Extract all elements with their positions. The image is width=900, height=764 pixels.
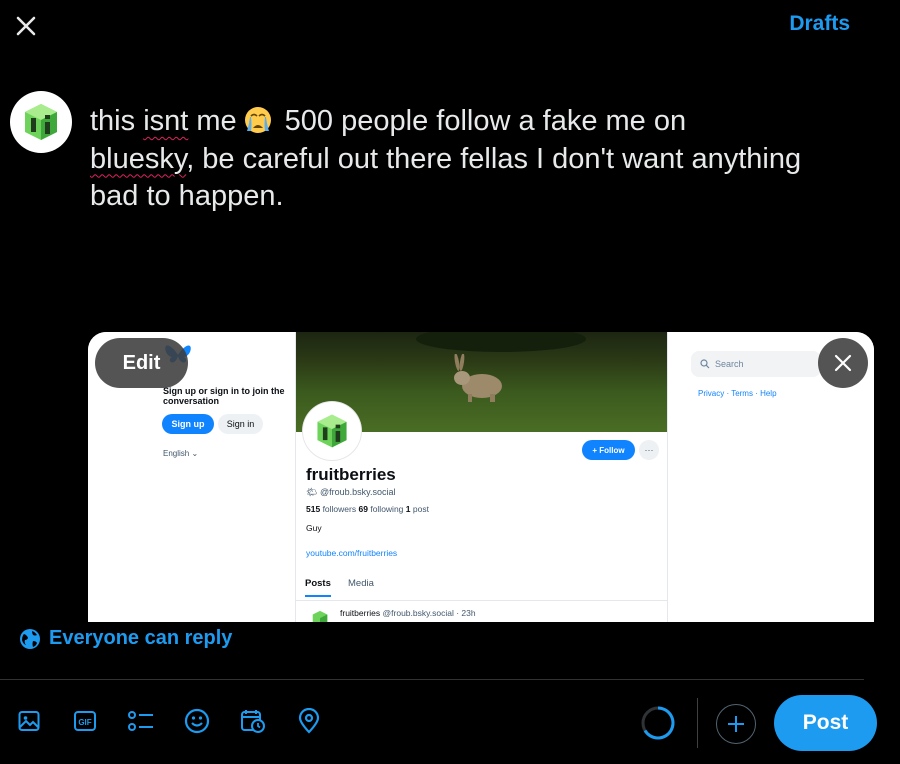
following-label: following (370, 504, 404, 514)
profile-handle: 🌤 @froub.bsky.social (306, 487, 395, 498)
close-button[interactable] (8, 8, 44, 44)
location-pin-icon (298, 708, 320, 734)
poll-button[interactable] (124, 704, 158, 738)
add-post-button[interactable] (716, 704, 756, 744)
svg-text:GIF: GIF (78, 718, 91, 727)
misspelled-word: bluesky (90, 142, 187, 175)
remove-media-button[interactable] (818, 338, 868, 388)
search-placeholder: Search (715, 359, 744, 369)
follow-button: + Follow (582, 440, 635, 460)
sign-up-button: Sign up (162, 414, 214, 434)
reply-setting-button[interactable]: Everyone can reply (19, 627, 232, 650)
banner-hedge (416, 332, 586, 352)
gif-icon: GIF (74, 711, 96, 731)
green-cube-logo-icon (312, 610, 328, 622)
compose-text-segment: , be careful out there fellas I don't wa… (90, 142, 802, 213)
plus-icon (728, 716, 744, 732)
search-icon (700, 359, 710, 369)
posts-label: post (412, 504, 429, 514)
compose-textarea[interactable]: this isnt me 500 people follow a fake me … (90, 103, 810, 216)
profile-name: fruitberries (306, 465, 396, 484)
tab-posts: Posts (305, 578, 331, 597)
emoji-button[interactable] (180, 704, 214, 738)
schedule-button[interactable] (236, 704, 270, 738)
post-header: fruitberries @froub.bsky.social · 23h (340, 608, 476, 618)
bluesky-profile-pane: + Follow ··· fruitberries 🌤 @froub.bsky.… (295, 332, 668, 622)
more-options-button: ··· (639, 440, 659, 460)
compose-text-segment: me (188, 105, 237, 137)
chevron-down-icon: ⌄ (191, 449, 199, 458)
gif-button[interactable]: GIF (68, 704, 102, 738)
drafts-link[interactable]: Drafts (789, 12, 850, 36)
handle-text: @froub.bsky.social (319, 487, 396, 497)
calendar-clock-icon (241, 710, 265, 733)
profile-avatar (303, 402, 361, 460)
globe-icon (20, 628, 40, 649)
sun-emoji-icon: 🌤 (306, 487, 318, 497)
post-avatar (310, 609, 330, 622)
tabs-divider (296, 600, 667, 601)
language-select: English ⌄ (163, 449, 198, 458)
green-cube-logo-icon (25, 104, 57, 140)
character-counter-ring (641, 706, 675, 740)
reply-setting-label: Everyone can reply (49, 627, 233, 649)
toolbar-divider (0, 679, 864, 680)
post-author: fruitberries (340, 608, 381, 618)
tab-media: Media (348, 578, 374, 589)
edit-media-button[interactable]: Edit (95, 338, 188, 388)
following-count: 69 (358, 504, 368, 514)
followers-label: followers (322, 504, 357, 514)
footer-links: Privacy · Terms · Help (698, 389, 777, 398)
location-button[interactable] (292, 704, 326, 738)
smiley-icon (184, 708, 210, 734)
post-meta: @froub.bsky.social · 23h (382, 608, 476, 618)
compose-text-segment: 500 people follow a fake me on (284, 105, 687, 137)
close-icon (834, 354, 852, 372)
toolbar-separator (697, 698, 698, 748)
language-label: English (163, 449, 190, 458)
followers-count: 515 (306, 504, 321, 514)
sign-in-button: Sign in (218, 414, 263, 434)
rabbit-icon (454, 354, 502, 402)
posts-count: 1 (405, 504, 411, 514)
profile-stats: 515 followers 69 following 1 post (306, 504, 429, 514)
profile-bio: Guy (306, 523, 322, 533)
compose-toolbar: GIF (12, 704, 348, 738)
green-cube-logo-icon (317, 414, 347, 448)
join-prompt: Sign up or sign in to join the conversat… (163, 386, 285, 406)
media-button[interactable] (12, 704, 46, 738)
profile-link: youtube.com/fruitberries (306, 548, 398, 558)
search-field: Search (691, 351, 821, 377)
misspelled-word: isnt (143, 105, 189, 137)
crying-face-emoji-icon (243, 105, 273, 135)
image-icon (18, 711, 40, 731)
avatar[interactable] (10, 91, 72, 153)
poll-icon (128, 711, 153, 731)
post-button[interactable]: Post (774, 695, 877, 751)
close-icon (16, 16, 36, 36)
attached-image: Sign up or sign in to join the conversat… (88, 332, 874, 622)
compose-text-segment: this (90, 105, 144, 137)
